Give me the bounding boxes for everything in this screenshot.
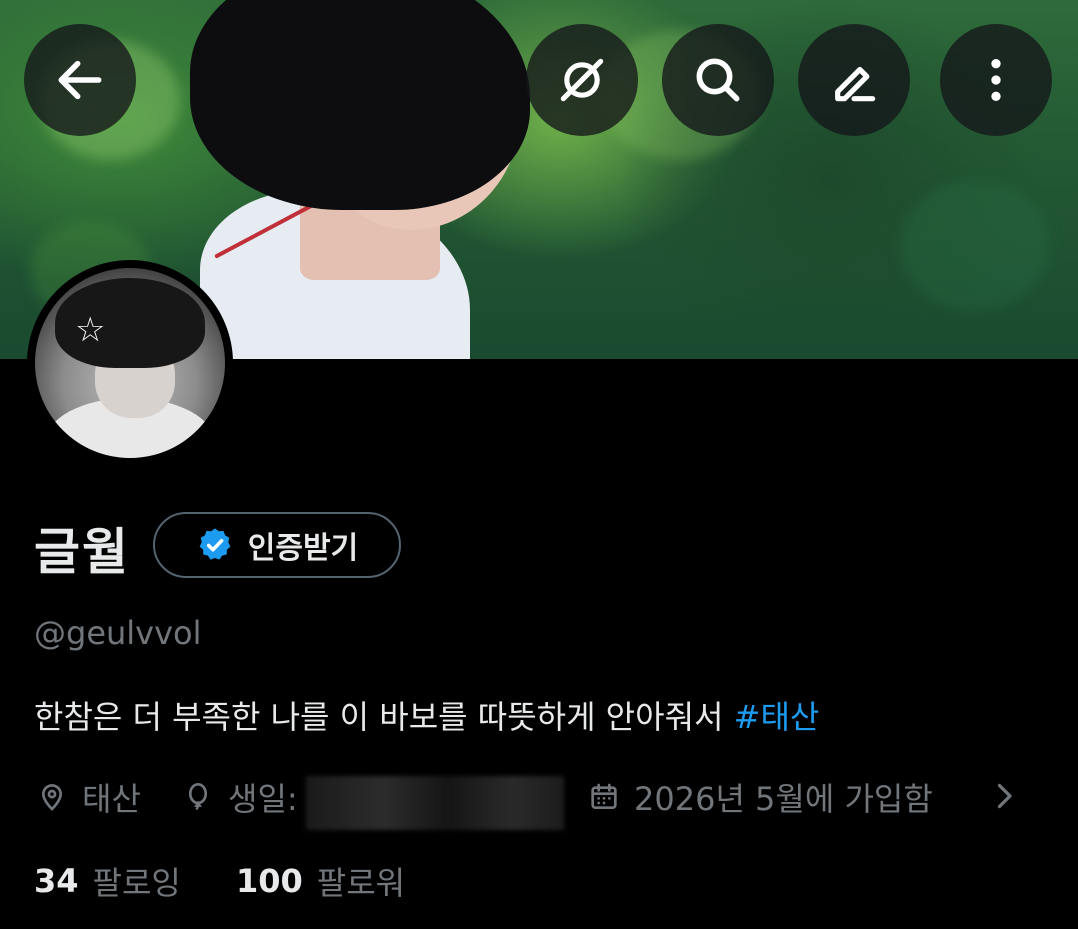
grok-icon xyxy=(560,58,604,102)
birthday-info: 생일: xyxy=(182,775,298,819)
search-button[interactable] xyxy=(662,24,774,136)
following-label: 팔로잉 xyxy=(92,864,181,902)
more-info-button[interactable] xyxy=(986,778,1022,818)
followers-count: 100 xyxy=(236,862,303,900)
bio-hashtag-link[interactable]: #태산 xyxy=(734,698,820,736)
followers-label: 팔로워 xyxy=(316,864,406,902)
edit-button[interactable] xyxy=(798,24,910,136)
edit-icon xyxy=(835,66,876,102)
get-verified-label: 인증받기 xyxy=(247,531,359,566)
star-icon: ☆ xyxy=(75,310,106,350)
display-name: 글월 xyxy=(34,523,130,581)
location-info: 태산 xyxy=(36,775,141,819)
balloon-icon xyxy=(188,783,208,810)
avatar-image: ☆ xyxy=(35,268,225,458)
arrow-left-icon xyxy=(58,60,102,100)
location-pin-icon xyxy=(41,784,63,811)
following-count: 34 xyxy=(34,862,79,900)
verified-badge-icon xyxy=(199,528,231,560)
back-button[interactable] xyxy=(24,24,136,136)
location-text: 태산 xyxy=(82,780,141,818)
joined-text: 2026년 5월에 가입함 xyxy=(634,780,933,818)
joined-info: 2026년 5월에 가입함 xyxy=(588,775,933,819)
chevron-right-icon xyxy=(997,783,1012,809)
profile-avatar[interactable]: ☆ xyxy=(27,260,233,466)
search-icon xyxy=(696,58,740,102)
bio: 한참은 더 부족한 나를 이 바보를 따뜻하게 안아줘서 #태산 xyxy=(34,692,819,738)
calendar-icon xyxy=(591,783,617,809)
bio-text: 한참은 더 부족한 나를 이 바보를 따뜻하게 안아줘서 xyxy=(34,698,734,736)
birthday-label: 생일: xyxy=(228,780,298,818)
banner-photo-hair xyxy=(190,0,530,210)
grok-button[interactable] xyxy=(526,24,638,136)
followers-link[interactable]: 100 팔로워 xyxy=(236,858,405,904)
following-link[interactable]: 34 팔로잉 xyxy=(34,858,181,904)
birthday-redacted xyxy=(306,776,564,830)
more-button[interactable] xyxy=(940,24,1052,136)
get-verified-button[interactable]: 인증받기 xyxy=(153,512,401,578)
more-vertical-icon xyxy=(991,59,1001,101)
user-handle: @geulvvol xyxy=(34,614,202,652)
